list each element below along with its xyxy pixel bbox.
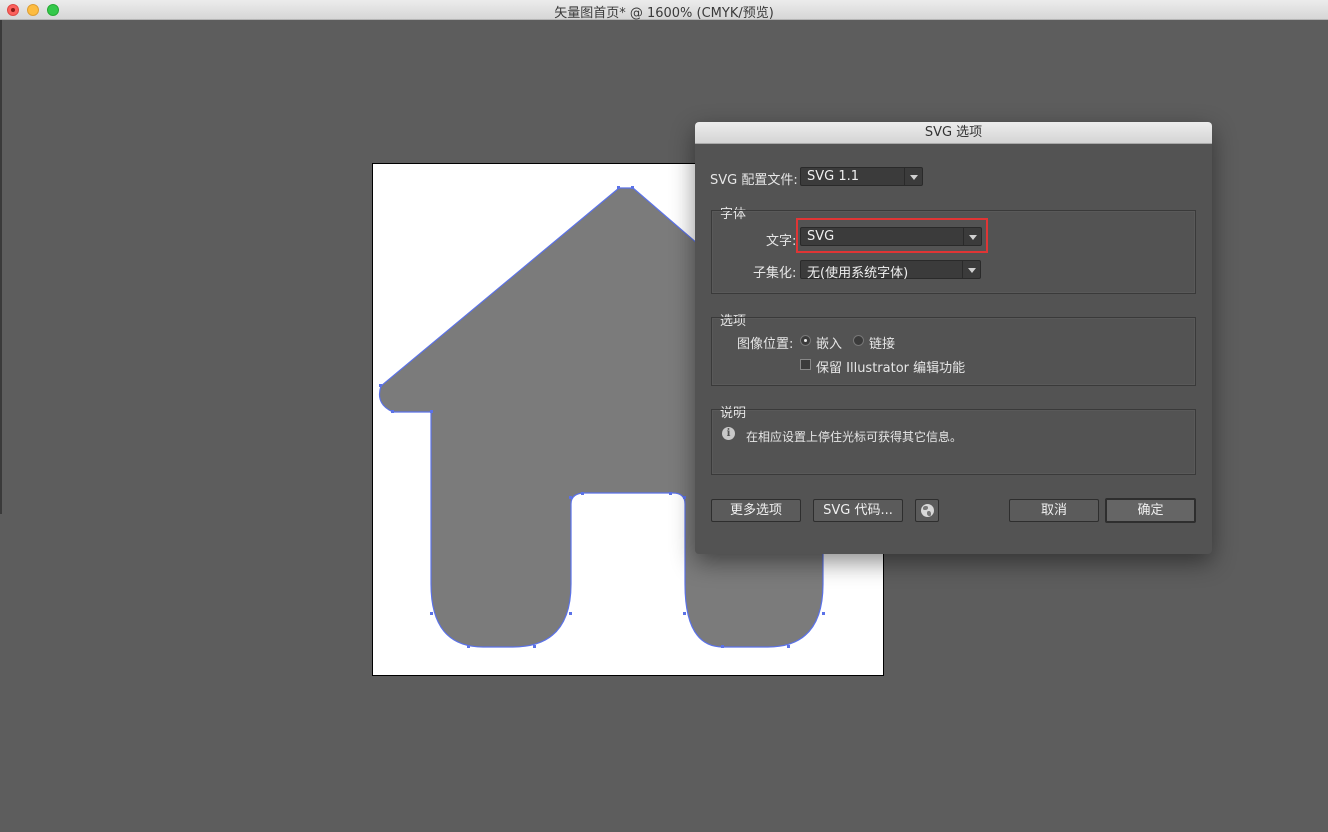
link-radio[interactable] <box>853 335 864 346</box>
globe-icon <box>921 504 934 517</box>
window-title: 矢量图首页* @ 1600% (CMYK/预览) <box>554 6 774 21</box>
info-icon: i <box>722 427 735 440</box>
cancel-button[interactable]: 取消 <box>1009 499 1099 522</box>
highlight-box <box>796 218 988 253</box>
preserve-checkbox[interactable] <box>800 359 811 370</box>
image-location-label: 图像位置: <box>737 337 794 352</box>
profile-select[interactable]: SVG 1.1 <box>800 167 923 186</box>
svg-options-dialog[interactable]: SVG 选项 SVG 配置文件: SVG 1.1 字体 文字: SVG 子集化:… <box>695 122 1212 554</box>
subset-label: 子集化: <box>753 266 797 281</box>
web-preview-button[interactable] <box>915 499 939 522</box>
embed-radio[interactable] <box>800 335 811 346</box>
profile-value: SVG 1.1 <box>807 169 860 184</box>
subset-select[interactable]: 无(使用系统字体) <box>800 260 981 281</box>
chevron-down-icon <box>904 168 922 185</box>
ok-button[interactable]: 确定 <box>1105 498 1196 523</box>
dialog-title: SVG 选项 <box>695 122 1212 144</box>
profile-label: SVG 配置文件: <box>710 173 798 188</box>
type-label: 文字: <box>766 234 797 249</box>
description-text: 在相应设置上停住光标可获得其它信息。 <box>746 430 963 444</box>
left-panel-edge <box>0 20 2 514</box>
subset-value: 无(使用系统字体) <box>807 266 909 281</box>
chevron-down-icon <box>962 261 980 278</box>
link-label: 链接 <box>869 337 896 352</box>
embed-label: 嵌入 <box>816 337 843 352</box>
window-titlebar: 矢量图首页* @ 1600% (CMYK/预览) <box>0 0 1328 21</box>
more-options-button[interactable]: 更多选项 <box>711 499 801 522</box>
svg-code-button[interactable]: SVG 代码... <box>813 499 903 522</box>
preserve-label: 保留 Illustrator 编辑功能 <box>816 361 966 376</box>
